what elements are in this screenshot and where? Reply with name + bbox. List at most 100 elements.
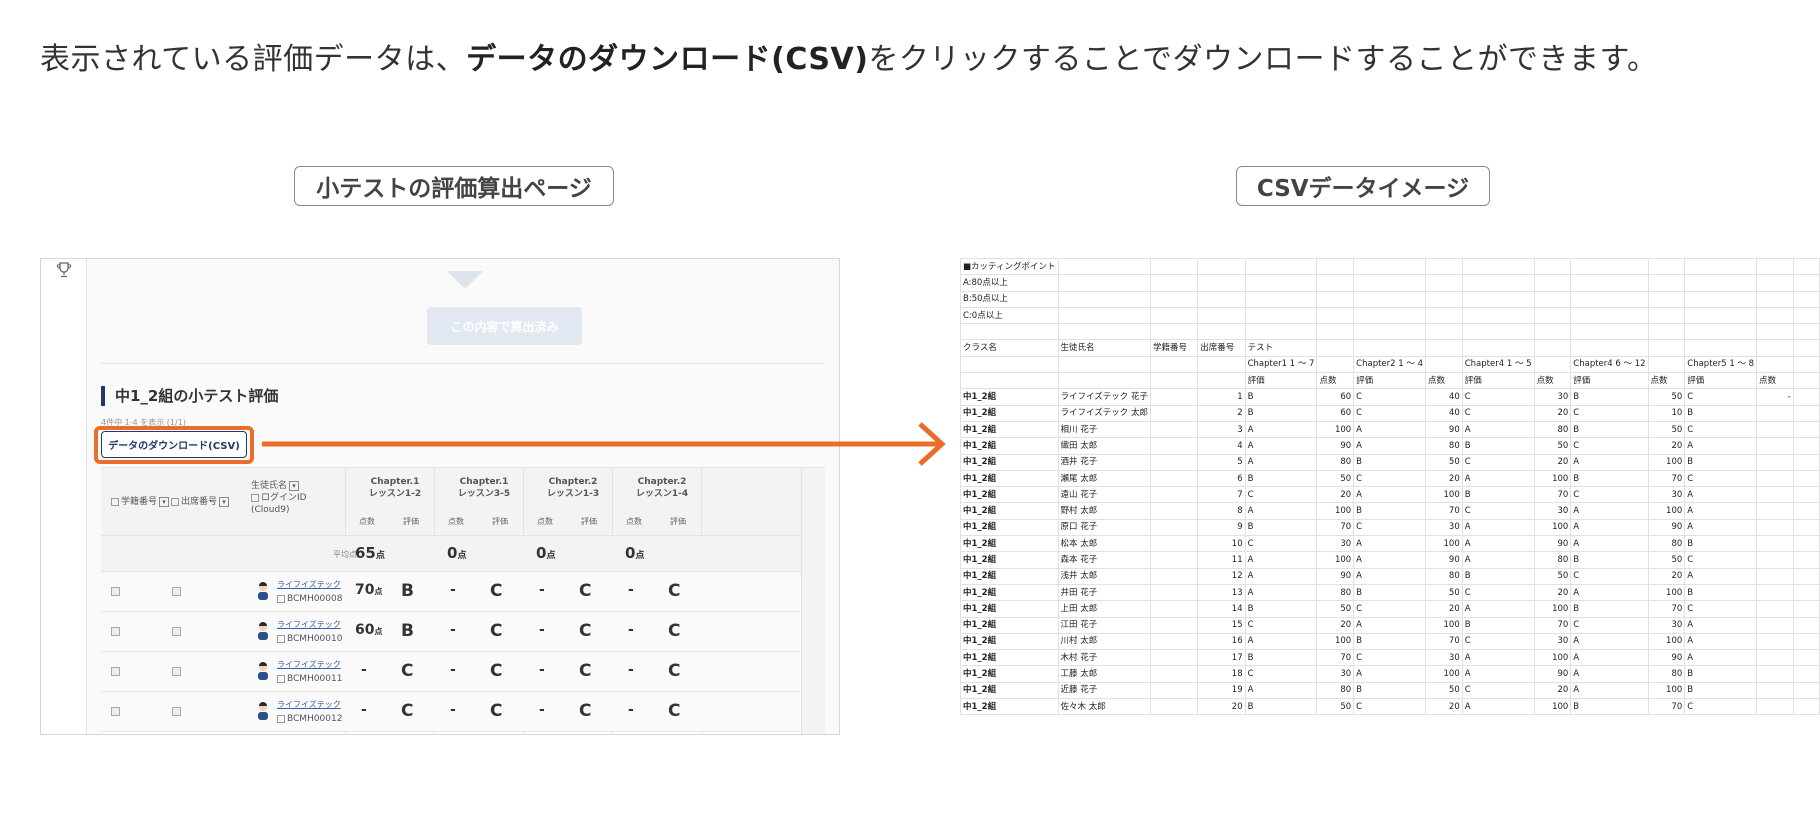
csv-cell (1149, 290, 1199, 308)
csv-row: 中1_2組 ライフイズテック 花子 1 B 60 C 40 C 30 B 50 C - (960, 388, 1820, 406)
csv-cell: A (1353, 420, 1426, 439)
csv-cell: 中1_2組 (960, 420, 1059, 439)
csv-cell: B (1570, 551, 1649, 569)
csv-cell (1570, 290, 1649, 308)
csv-cell (1684, 274, 1758, 292)
csv-cell: 70 (1316, 518, 1355, 537)
score-cell: - (361, 662, 367, 678)
csv-cell: 上田 太郎 (1057, 600, 1151, 618)
csv-cell: 中1_2組 (960, 583, 1059, 602)
csv-cell: 90 (1425, 551, 1463, 569)
csv-cell (960, 323, 1059, 341)
grade-cell: C (579, 701, 592, 721)
csv-cell: 80 (1647, 535, 1686, 553)
csv-cell: 中1_2組 (960, 469, 1059, 488)
csv-cell (1197, 323, 1246, 341)
csv-cell (1792, 258, 1820, 276)
checkbox-icon (277, 674, 285, 683)
csv-cell: A (1244, 567, 1318, 585)
csv-cell (1533, 355, 1572, 374)
csv-cell: - (1756, 388, 1794, 406)
score-cell: - (628, 622, 634, 638)
scrollbar[interactable] (801, 468, 825, 734)
chapter-title: Chapter.2 (637, 477, 687, 487)
csv-cell: 70 (1533, 616, 1572, 634)
student-name-link[interactable]: ライフイズテック (277, 579, 341, 590)
point-unit: 点 (635, 551, 645, 561)
score-subheader: 点数 (626, 517, 642, 526)
csv-cell: B (1244, 388, 1318, 406)
csv-cell (1792, 437, 1820, 455)
checkbox-icon[interactable] (172, 707, 181, 716)
header-attendance-no[interactable]: 出席番号 ▾ (171, 494, 230, 507)
checkbox-icon[interactable] (111, 707, 120, 716)
average-value: 65点 (355, 544, 385, 562)
csv-cell: Chapter4 1 〜 5 (1461, 355, 1535, 374)
csv-cell: クラス名 (960, 339, 1059, 357)
checkbox-icon[interactable] (172, 627, 181, 636)
csv-cell: B (1353, 502, 1426, 520)
header-student-no[interactable]: 学籍番号 ▾ (111, 494, 170, 507)
csv-cell: 60 (1316, 388, 1355, 406)
csv-cell: 30 (1425, 649, 1463, 667)
csv-cell: C (1461, 583, 1535, 602)
csv-row: A:80点以上 (960, 274, 1820, 292)
point-unit: 点 (457, 551, 467, 561)
csv-cell (1197, 372, 1246, 390)
csv-cell (1792, 355, 1820, 374)
csv-cell: 100 (1425, 535, 1463, 553)
csv-cell: 100 (1533, 469, 1572, 488)
csv-cell: A (1461, 600, 1535, 618)
csv-cell: C (1353, 600, 1426, 618)
csv-cell: 5 (1197, 453, 1246, 471)
csv-cell: B (1244, 649, 1318, 667)
csv-cell: C (1684, 388, 1758, 406)
csv-row: Chapter1 1 〜 7 Chapter2 1 〜 4 Chapter4 1 〜… (960, 355, 1820, 374)
sort-icon[interactable]: ▾ (219, 496, 230, 507)
csv-cell (1756, 649, 1794, 667)
csv-cell: 中1_2組 (960, 404, 1059, 422)
csv-cell (1057, 323, 1151, 341)
score-value: - (450, 702, 456, 718)
sort-icon[interactable]: ▾ (159, 496, 170, 507)
csv-row: 中1_2組 佐々木 太郎 20 B 50 C 20 A 100 B 70 C (960, 698, 1820, 716)
header-student-name[interactable]: 生徒氏名 ▾ ログインID (Cloud9) (251, 480, 307, 516)
csv-cell: 30 (1425, 518, 1463, 537)
student-name-link[interactable]: ライフイズテック (277, 699, 341, 710)
side-rail (41, 259, 87, 734)
csv-cell (1425, 355, 1463, 374)
csv-cell: A (1570, 453, 1649, 471)
csv-cell (1756, 616, 1794, 634)
csv-cell (1533, 274, 1572, 292)
csv-cell: C (1353, 388, 1426, 406)
csv-cell: 9 (1197, 518, 1246, 537)
grade-subheader: 評価 (403, 517, 419, 526)
student-name-link[interactable]: ライフイズテック (277, 659, 341, 670)
csv-cell: A (1244, 437, 1318, 455)
checkbox-icon[interactable] (172, 667, 181, 676)
sort-icon[interactable]: ▾ (289, 480, 300, 491)
csv-cell: 60 (1316, 404, 1355, 422)
csv-cell (1756, 698, 1794, 716)
table-row: ライフイズテック BCMH00012 - C - C - C - C (101, 692, 825, 732)
score-cell: 60点 (355, 622, 382, 638)
csv-cell: 100 (1425, 486, 1463, 504)
student-login-id: BCMH00008 (277, 594, 342, 604)
checkbox-icon[interactable] (111, 627, 120, 636)
student-name-link[interactable]: ライフイズテック (277, 619, 341, 630)
calculated-button[interactable]: この内容で算出済み (427, 307, 582, 345)
csv-cell (1244, 306, 1318, 325)
csv-cell: 100 (1316, 551, 1355, 569)
csv-cell (1647, 258, 1686, 276)
grade-cell: C (579, 621, 592, 641)
checkbox-icon[interactable] (172, 587, 181, 596)
checkbox-icon[interactable] (111, 587, 120, 596)
checkbox-icon[interactable] (111, 667, 120, 676)
csv-cell: B (1353, 632, 1426, 651)
csv-cell (1792, 583, 1820, 602)
csv-cell: C (1684, 551, 1758, 569)
csv-row: クラス名 生徒氏名 学籍番号 出席番号 テスト (960, 339, 1820, 357)
average-number: 0 (625, 544, 636, 562)
trophy-icon[interactable] (55, 261, 73, 279)
csv-cell: 90 (1533, 665, 1572, 683)
